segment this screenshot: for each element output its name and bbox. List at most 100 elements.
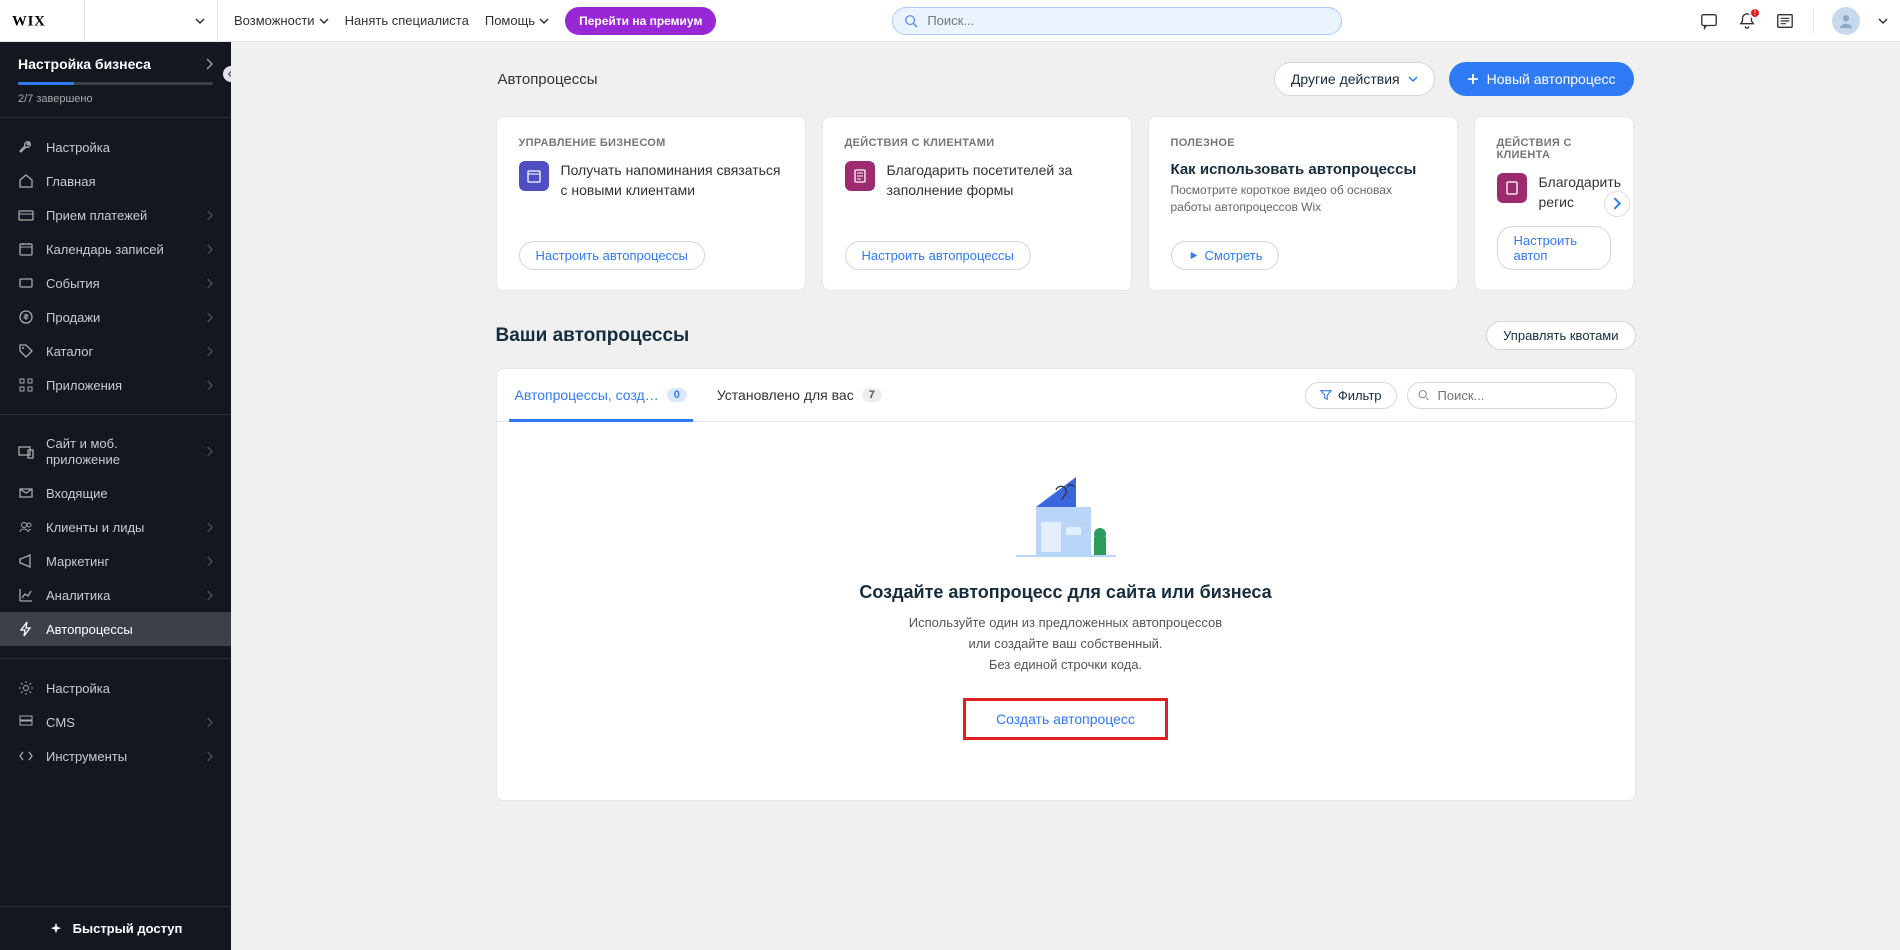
home-icon (18, 173, 34, 189)
empty-title: Создайте автопроцесс для сайта или бизне… (517, 582, 1615, 603)
megaphone-icon (18, 553, 34, 569)
sidebar: Настройка бизнеса 2/7 завершено Настройк… (0, 42, 231, 950)
suggestion-card: УПРАВЛЕНИЕ БИЗНЕСОМ Получать напоминания… (496, 116, 806, 291)
section-title: Ваши автопроцессы (496, 325, 690, 347)
sidebar-item-payments[interactable]: Прием платежей (0, 198, 231, 232)
topbar: WIX Возможности Нанять специалиста Помощ… (0, 0, 1900, 42)
sparkle-icon (49, 922, 63, 936)
chevron-down-icon (319, 16, 329, 26)
sidebar-item-calendar[interactable]: Календарь записей (0, 232, 231, 266)
quick-access-button[interactable]: Быстрый доступ (0, 906, 231, 950)
database-icon (18, 714, 34, 730)
chevron-right-icon (206, 446, 213, 457)
filter-button[interactable]: Фильтр (1305, 382, 1397, 409)
form-icon (845, 161, 875, 191)
grid-icon (18, 377, 34, 393)
suggestion-card: ПОЛЕЗНОЕ Как использовать автопроцессы П… (1148, 116, 1458, 291)
suggestion-carousel: УПРАВЛЕНИЕ БИЗНЕСОМ Получать напоминания… (496, 116, 1636, 291)
suggestion-card: ДЕЙСТВИЯ С КЛИЕНТАМИ Благодарить посетит… (822, 116, 1132, 291)
bell-icon[interactable]: ! (1737, 11, 1757, 31)
setup-automation-button[interactable]: Настроить автопроцессы (845, 241, 1031, 270)
sidebar-item-apps[interactable]: Приложения (0, 368, 231, 402)
plus-icon (1467, 73, 1479, 85)
search-icon (1417, 389, 1430, 402)
filter-icon (1320, 389, 1332, 401)
chevron-down-icon (1408, 74, 1418, 84)
calendar-reminder-icon (519, 161, 549, 191)
gear-icon (18, 680, 34, 696)
empty-description: Используйте один из предложенных автопро… (517, 613, 1615, 675)
sidebar-item-setup[interactable]: Настройка (0, 130, 231, 164)
ticket-icon (18, 275, 34, 291)
sidebar-item-marketing[interactable]: Маркетинг (0, 544, 231, 578)
chevron-right-icon (206, 346, 213, 357)
chevron-right-icon (1612, 197, 1621, 210)
carousel-next[interactable] (1604, 191, 1630, 217)
chevron-right-icon (206, 312, 213, 323)
calendar-icon (18, 241, 34, 257)
chevron-down-icon[interactable] (1878, 16, 1888, 26)
bolt-icon (18, 621, 34, 637)
manage-quotas-button[interactable]: Управлять квотами (1486, 321, 1635, 350)
play-icon (1188, 250, 1199, 261)
chevron-right-icon (205, 58, 213, 70)
chevron-right-icon (206, 244, 213, 255)
create-automation-button[interactable]: Создать автопроцесс (963, 698, 1168, 740)
chevron-down-icon (195, 16, 205, 26)
sidebar-item-devtools[interactable]: Инструменты (0, 739, 231, 773)
search-input[interactable] (892, 7, 1342, 35)
tag-icon (18, 343, 34, 359)
sidebar-item-clients[interactable]: Клиенты и лиды (0, 510, 231, 544)
site-selector[interactable] (84, 0, 218, 42)
card-icon (18, 207, 34, 223)
sidebar-item-home[interactable]: Главная (0, 164, 231, 198)
chevron-right-icon (206, 210, 213, 221)
tab-badge: 0 (667, 388, 687, 402)
chevron-right-icon (206, 556, 213, 567)
nav-hire[interactable]: Нанять специалиста (345, 13, 469, 28)
chevron-right-icon (206, 380, 213, 391)
sidebar-item-cms[interactable]: CMS (0, 705, 231, 739)
sidebar-item-automations[interactable]: Автопроцессы (0, 612, 231, 646)
inbox-icon (18, 485, 34, 501)
tab-for-you[interactable]: Установлено для вас 7 (717, 369, 882, 421)
chevron-down-icon (539, 16, 549, 26)
premium-button[interactable]: Перейти на премиум (565, 7, 716, 35)
chevron-right-icon (206, 522, 213, 533)
page-title: Автопроцессы (498, 71, 598, 88)
tab-search-input[interactable] (1407, 382, 1617, 409)
sidebar-item-analytics[interactable]: Аналитика (0, 578, 231, 612)
chevron-right-icon (206, 751, 213, 762)
new-automation-button[interactable]: Новый автопроцесс (1449, 62, 1634, 96)
tab-created[interactable]: Автопроцессы, созд… 0 (515, 369, 687, 421)
empty-state: Создайте автопроцесс для сайта или бизне… (497, 422, 1635, 799)
news-icon[interactable] (1775, 11, 1795, 31)
chart-icon (18, 587, 34, 603)
sidebar-item-site-app[interactable]: Сайт и моб. приложение (0, 427, 231, 476)
chat-icon[interactable] (1699, 11, 1719, 31)
sidebar-item-business-setup[interactable]: Настройка бизнеса (18, 56, 213, 72)
form-icon (1497, 173, 1527, 203)
sidebar-item-sales[interactable]: Продажи (0, 300, 231, 334)
empty-illustration (1006, 472, 1126, 562)
sidebar-item-inbox[interactable]: Входящие (0, 476, 231, 510)
tab-badge: 7 (862, 388, 882, 402)
avatar[interactable] (1832, 7, 1860, 35)
sidebar-item-catalog[interactable]: Каталог (0, 334, 231, 368)
users-icon (18, 519, 34, 535)
setup-automation-button[interactable]: Настроить автопроцессы (519, 241, 705, 270)
devices-icon (18, 444, 34, 460)
watch-video-button[interactable]: Смотреть (1171, 241, 1280, 270)
sidebar-item-settings[interactable]: Настройка (0, 671, 231, 705)
chevron-right-icon (206, 278, 213, 289)
setup-progress-text: 2/7 завершено (18, 93, 213, 105)
sidebar-item-events[interactable]: События (0, 266, 231, 300)
nav-help[interactable]: Помощь (485, 13, 549, 28)
nav-features[interactable]: Возможности (234, 13, 329, 28)
setup-automation-button[interactable]: Настроить автоп (1497, 226, 1611, 270)
notification-badge: ! (1749, 7, 1761, 19)
wix-logo[interactable]: WIX (12, 12, 64, 30)
other-actions-button[interactable]: Другие действия (1274, 62, 1435, 96)
wrench-icon (18, 139, 34, 155)
chevron-right-icon (206, 717, 213, 728)
